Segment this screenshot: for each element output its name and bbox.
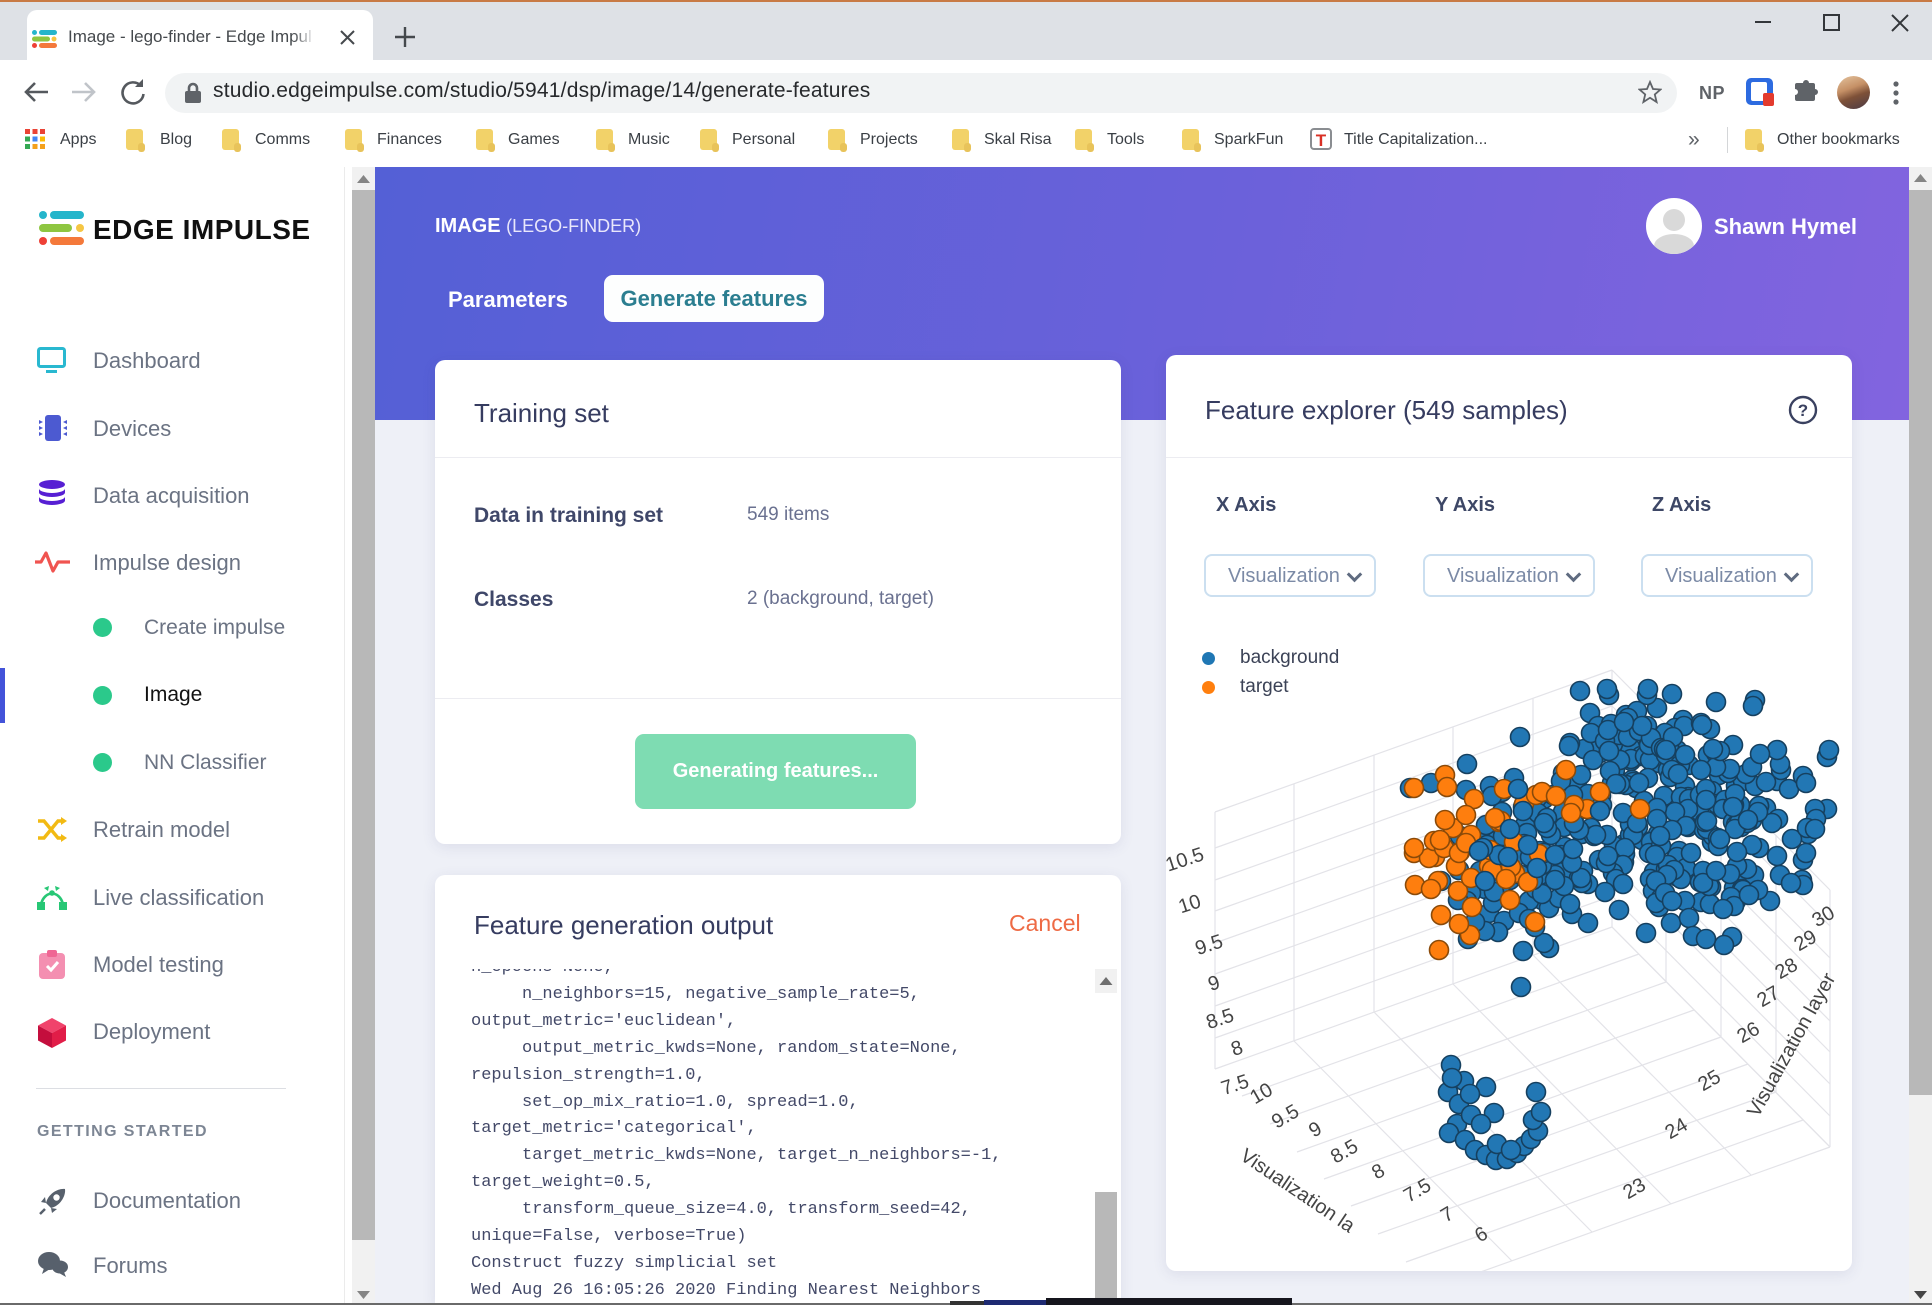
svg-text:9: 9 [1205,971,1222,995]
svg-text:8.5: 8.5 [1327,1135,1362,1168]
svg-text:9: 9 [1305,1118,1326,1143]
svg-text:8: 8 [1368,1160,1389,1185]
svg-text:8.5: 8.5 [1203,1004,1236,1034]
svg-text:9.5: 9.5 [1192,930,1225,960]
svg-text:7.5: 7.5 [1218,1070,1251,1100]
svg-text:6: 6 [1471,1223,1492,1248]
svg-text:30: 30 [1808,902,1838,932]
svg-text:10.5: 10.5 [1166,843,1207,876]
svg-text:10: 10 [1176,890,1204,918]
svg-text:27: 27 [1753,982,1783,1012]
svg-text:7.5: 7.5 [1400,1174,1435,1207]
svg-text:10: 10 [1246,1079,1276,1109]
svg-text:8: 8 [1228,1036,1245,1060]
svg-text:24: 24 [1661,1114,1691,1144]
svg-text:25: 25 [1694,1066,1724,1096]
svg-text:9.5: 9.5 [1268,1100,1303,1133]
svg-text:29: 29 [1790,926,1820,956]
